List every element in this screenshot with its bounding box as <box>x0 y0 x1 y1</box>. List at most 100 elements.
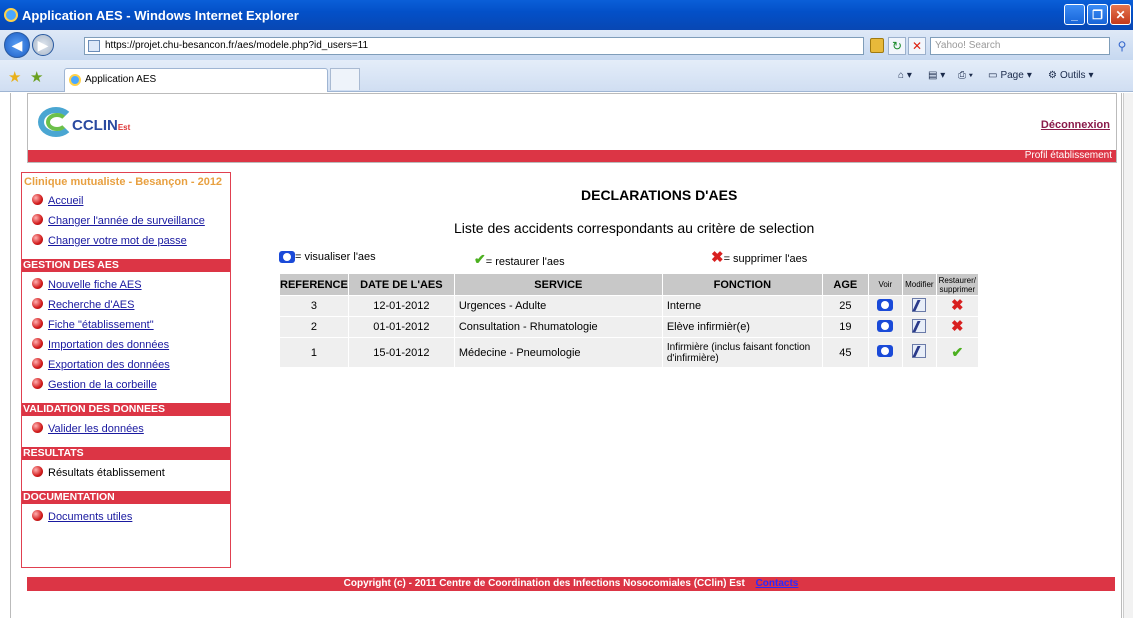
cell-ref: 1 <box>279 337 349 368</box>
tools-menu-label: Outils <box>1059 70 1086 81</box>
add-favorites-icon[interactable]: ★ <box>30 68 43 86</box>
back-button[interactable]: ◀ <box>4 32 30 58</box>
aes-table: REFERENCE DATE DE L'AES SERVICE FONCTION… <box>279 273 979 368</box>
section-heading-gestion: GESTION DES AES <box>22 259 230 272</box>
delete-icon[interactable]: ✖ <box>951 318 964 335</box>
footer-copyright: Copyright (c) - 2011 Centre de Coordinat… <box>343 578 745 589</box>
window-title: Application AES - Windows Internet Explo… <box>22 7 299 23</box>
refresh-button[interactable]: ↻ <box>888 37 906 55</box>
forward-button[interactable]: ▶ <box>32 34 54 56</box>
logout-link[interactable]: Déconnexion <box>1041 119 1110 131</box>
bullet-icon <box>32 194 43 205</box>
address-url: https://projet.chu-besancon.fr/aes/model… <box>105 40 369 51</box>
section-heading-validation: VALIDATION DES DONNEES <box>22 403 230 416</box>
cclin-logo-icon <box>34 103 78 141</box>
sidebar-item-recherche[interactable]: Recherche d'AES <box>22 295 230 315</box>
maximize-button[interactable]: ❐ <box>1087 4 1108 25</box>
edit-icon[interactable] <box>912 344 927 358</box>
address-toolbar: ◀ ▶ https://projet.chu-besancon.fr/aes/m… <box>0 30 1133 60</box>
address-field[interactable]: https://projet.chu-besancon.fr/aes/model… <box>84 37 864 55</box>
sidebar-item-documents[interactable]: Documents utiles <box>22 507 230 527</box>
col-age: AGE <box>821 273 869 296</box>
contacts-link[interactable]: Contacts <box>756 578 799 589</box>
view-icon <box>279 251 295 263</box>
sidebar-item-valider[interactable]: Valider les données <box>22 419 230 439</box>
sidebar-item-exportation[interactable]: Exportation des données <box>22 355 230 375</box>
lock-icon[interactable] <box>870 38 884 53</box>
delete-icon[interactable]: ✖ <box>951 297 964 314</box>
search-icon[interactable]: ⚲ <box>1113 37 1131 55</box>
favorites-star-icon[interactable]: ★ <box>8 68 21 86</box>
sidebar-item-resultats: Résultats établissement <box>22 463 230 483</box>
legend-view: = visualiser l'aes <box>279 251 376 263</box>
bullet-icon <box>32 214 43 225</box>
view-cell[interactable] <box>867 337 903 368</box>
page-title: DECLARATIONS D'AES <box>581 187 738 203</box>
section-heading-resultats: RESULTATS <box>22 447 230 460</box>
view-cell[interactable] <box>867 295 903 317</box>
bullet-icon <box>32 422 43 433</box>
delete-icon: ✖ <box>711 249 724 266</box>
col-fonction: FONCTION <box>661 273 823 296</box>
home-icon[interactable]: ⌂ ▾ <box>898 70 912 81</box>
bullet-icon <box>32 298 43 309</box>
delete-cell[interactable]: ✖ <box>935 295 979 317</box>
stop-button[interactable]: ✕ <box>908 37 926 55</box>
search-input[interactable]: Yahoo! Search <box>930 37 1110 55</box>
page-menu[interactable]: ▭ Page ▾ <box>988 70 1032 81</box>
feeds-icon[interactable]: ▤ ▾ <box>928 70 945 81</box>
cell-date: 01-01-2012 <box>347 316 455 338</box>
tools-menu[interactable]: ⚙ Outils ▾ <box>1048 70 1094 81</box>
view-icon[interactable] <box>877 319 894 332</box>
cell-age: 25 <box>821 295 869 317</box>
view-icon[interactable] <box>877 345 894 357</box>
window-titlebar: Application AES - Windows Internet Explo… <box>0 0 1133 30</box>
vertical-scrollbar[interactable] <box>1123 93 1133 618</box>
col-service: SERVICE <box>453 273 663 296</box>
restore-icon[interactable]: ✔ <box>951 344 963 360</box>
page-subtitle: Liste des accidents correspondants au cr… <box>454 220 815 236</box>
edit-icon[interactable] <box>912 297 927 312</box>
minimize-button[interactable]: _ <box>1064 4 1085 25</box>
page-icon <box>88 40 100 52</box>
cell-ref: 3 <box>279 295 349 317</box>
cell-service: Médecine - Pneumologie <box>453 337 663 368</box>
sidebar-item-changer-mot-de-passe[interactable]: Changer votre mot de passe <box>22 231 230 251</box>
edit-cell[interactable] <box>901 316 937 338</box>
edit-cell[interactable] <box>901 295 937 317</box>
restore-icon: ✔ <box>474 251 486 267</box>
sidebar-item-nouvelle-fiche[interactable]: Nouvelle fiche AES <box>22 275 230 295</box>
restore-cell[interactable]: ✔ <box>935 337 979 368</box>
new-tab-button[interactable] <box>330 68 360 90</box>
view-cell[interactable] <box>867 316 903 338</box>
delete-cell[interactable]: ✖ <box>935 316 979 338</box>
col-restaurer-supprimer: Restaurer/ supprimer <box>935 273 979 296</box>
cell-service: Consultation - Rhumatologie <box>453 316 663 338</box>
print-icon[interactable]: ⎙ ▾ <box>958 70 973 81</box>
col-voir: Voir <box>867 273 903 296</box>
edit-cell[interactable] <box>901 337 937 368</box>
sidebar-item-fiche-etablissement[interactable]: Fiche "établissement" <box>22 315 230 335</box>
edit-icon[interactable] <box>912 318 927 333</box>
table-row: 1 15-01-2012 Médecine - Pneumologie Infi… <box>279 337 979 368</box>
close-button[interactable]: ✕ <box>1110 4 1131 25</box>
cell-age: 19 <box>821 316 869 338</box>
sidebar-item-corbeille[interactable]: Gestion de la corbeille <box>22 375 230 395</box>
sidebar-item-importation[interactable]: Importation des données <box>22 335 230 355</box>
sidebar-item-accueil[interactable]: Accueil <box>22 191 230 211</box>
col-reference: REFERENCE <box>279 273 349 296</box>
tab-bar: ★ ★ Application AES ⌂ ▾ ▤ ▾ ⎙ ▾ ▭ Page ▾ … <box>0 60 1133 92</box>
bullet-icon <box>32 358 43 369</box>
bullet-icon <box>32 318 43 329</box>
cell-ref: 2 <box>279 316 349 338</box>
ie-logo-icon <box>4 8 18 22</box>
view-icon[interactable] <box>877 298 894 311</box>
section-heading-documentation: DOCUMENTATION <box>22 491 230 504</box>
page-menu-icon: ▭ <box>988 70 998 81</box>
bullet-icon <box>32 466 43 477</box>
logo-text: CCLINEst <box>72 116 131 134</box>
sidebar-title: Clinique mutualiste - Besançon - 2012 <box>24 176 223 188</box>
cell-service: Urgences - Adulte <box>453 295 663 317</box>
tab-application-aes[interactable]: Application AES <box>64 68 328 92</box>
sidebar-item-changer-annee[interactable]: Changer l'année de surveillance <box>22 211 230 231</box>
